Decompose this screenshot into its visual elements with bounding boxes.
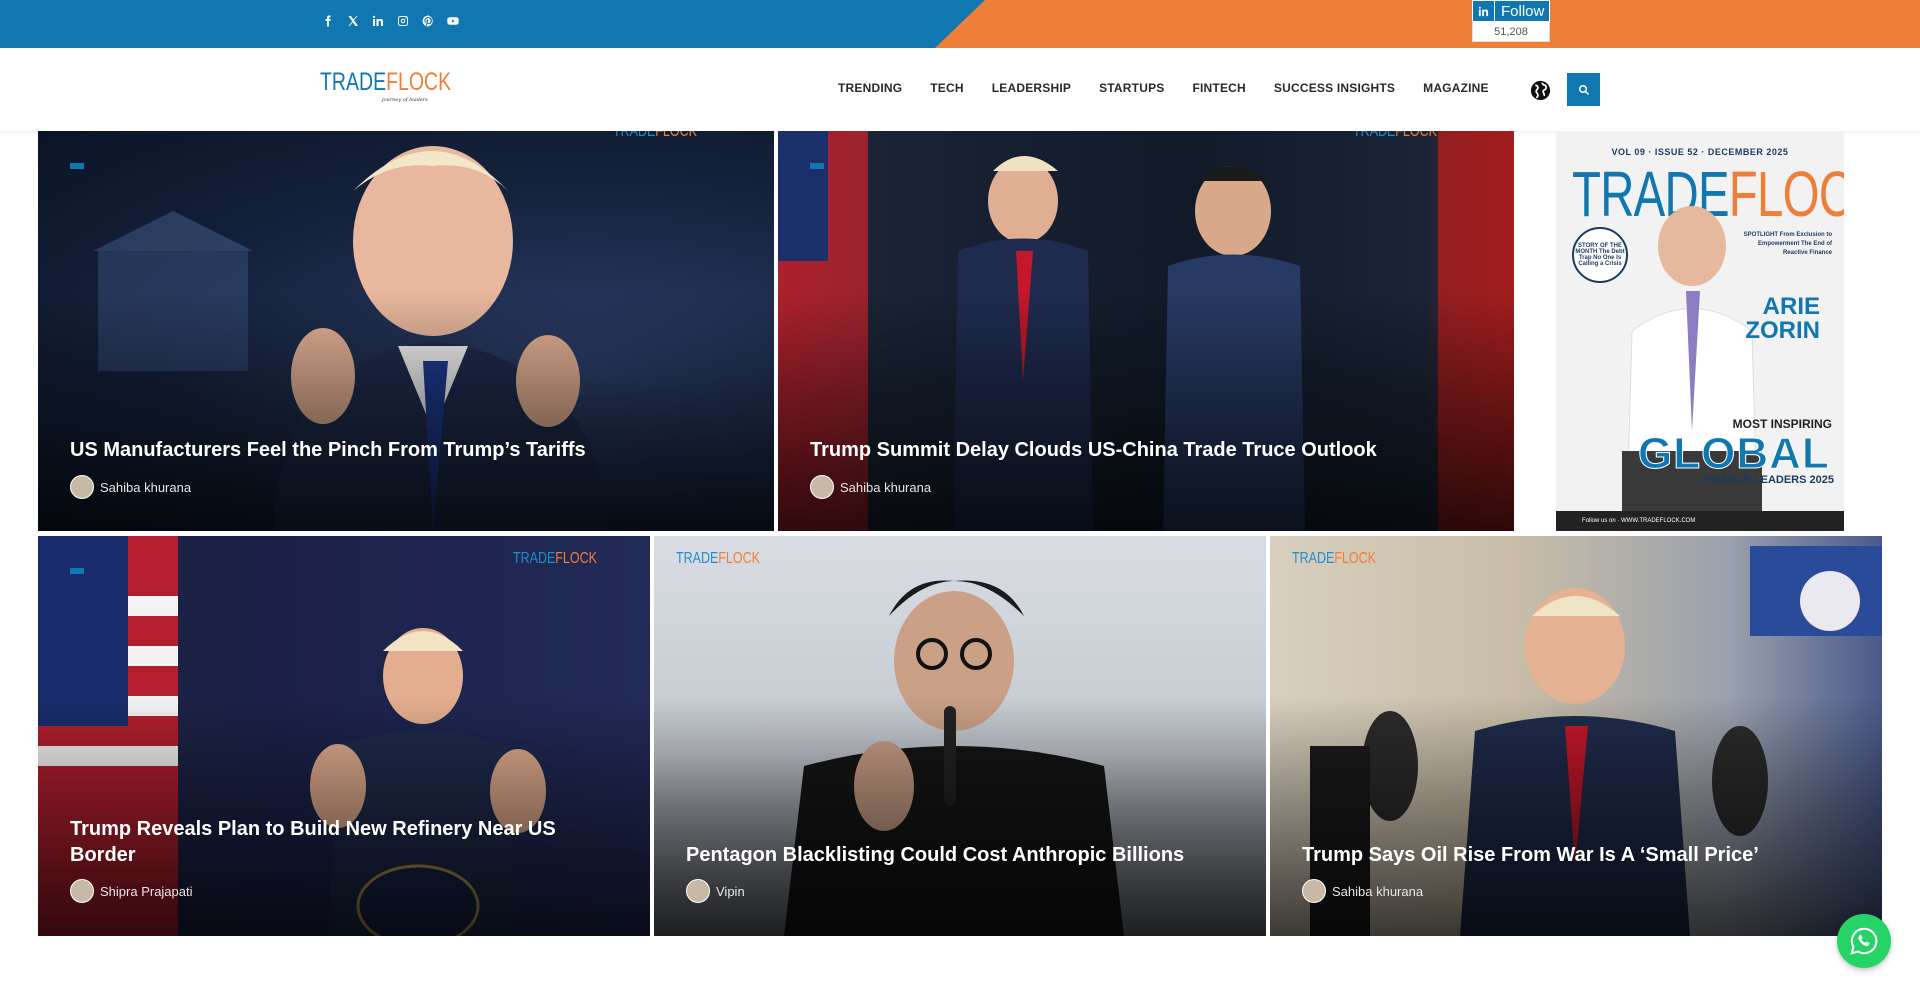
whatsapp-icon	[1850, 927, 1878, 955]
author-name: Sahiba khurana	[100, 479, 192, 495]
image-overlay	[654, 696, 1266, 936]
linkedin-follow-widget[interactable]: Follow 51,208	[1472, 0, 1550, 42]
globe-icon[interactable]	[1530, 80, 1551, 101]
article-author[interactable]: Sahiba khurana	[1302, 879, 1423, 903]
whatsapp-chat-button[interactable]	[1837, 914, 1891, 968]
spotlight-text: SPOTLIGHT From Exclusion to Empowerment …	[1743, 232, 1832, 256]
author-name: Vipin	[716, 883, 745, 899]
image-watermark-logo: TRADEFLOCK	[513, 550, 597, 567]
instagram-icon[interactable]	[395, 13, 411, 29]
avatar	[686, 879, 710, 903]
article-title[interactable]: Trump Says Oil Rise From War Is A ‘Small…	[1302, 842, 1858, 868]
story-of-month-badge: STORY OF THE MONTH The Debt Trap No One …	[1572, 227, 1628, 283]
article-title[interactable]: Pentagon Blacklisting Could Cost Anthrop…	[686, 842, 1242, 868]
search-icon	[1578, 84, 1589, 95]
x-icon[interactable]	[345, 13, 361, 29]
cover-global: GLOBAL	[1638, 429, 1830, 479]
avatar	[810, 475, 834, 499]
image-watermark-logo: TRADEFLOCK	[1353, 131, 1437, 140]
follower-count: 51,208	[1472, 22, 1550, 42]
nav-startups[interactable]: STARTUPS	[1099, 81, 1164, 95]
category-marker	[70, 163, 84, 169]
author-name: Shipra Prajapati	[100, 883, 193, 899]
cover-finance-leaders: FINANCE LEADERS 2025	[1701, 474, 1834, 486]
primary-menu: TRENDING TECH LEADERSHIP STARTUPS FINTEC…	[838, 81, 1517, 95]
social-links	[320, 13, 461, 29]
image-watermark-logo: TRADEFLOCK	[1292, 550, 1376, 567]
article-author[interactable]: Shipra Prajapati	[70, 879, 193, 903]
pinterest-icon[interactable]	[420, 13, 436, 29]
nav-success-insights[interactable]: SUCCESS INSIGHTS	[1274, 81, 1395, 95]
article-title[interactable]: Trump Reveals Plan to Build New Refinery…	[70, 816, 626, 868]
site-logo[interactable]: TRADEFLOCK journey of leaders	[320, 68, 451, 104]
nav-leadership[interactable]: LEADERSHIP	[992, 81, 1071, 95]
cover-footer: Follow us on · WWW.TRADEFLOCK.COM	[1556, 511, 1844, 531]
category-marker	[810, 163, 824, 169]
article-author[interactable]: Sahiba khurana	[70, 475, 191, 499]
logo-tagline: journey of leaders	[382, 97, 428, 103]
logo-text-trade: TRADE	[320, 68, 387, 96]
image-watermark-logo: TRADEFLOCK	[613, 131, 697, 140]
magazine-cover[interactable]: VOL 09 · ISSUE 52 · DECEMBER 2025 TRADEF…	[1556, 131, 1844, 531]
nav-trending[interactable]: TRENDING	[838, 81, 902, 95]
top-bar: Follow 51,208	[0, 0, 1920, 48]
image-watermark-logo: TRADEFLOCK	[676, 550, 760, 567]
avatar	[70, 475, 94, 499]
article-card-1[interactable]: TRADEFLOCK US Manufacturers Feel the Pin…	[38, 131, 774, 531]
main-navbar: TRADEFLOCK journey of leaders TRENDING T…	[0, 48, 1920, 131]
follow-button[interactable]: Follow	[1472, 0, 1550, 22]
nav-tech[interactable]: TECH	[930, 81, 963, 95]
nav-magazine[interactable]: MAGAZINE	[1423, 81, 1489, 95]
article-card-2[interactable]: TRADEFLOCK Trump Summit Delay Clouds US-…	[778, 131, 1514, 531]
article-author[interactable]: Sahiba khurana	[810, 475, 931, 499]
article-card-3[interactable]: TRADEFLOCK Trump Reveals Plan to Build N…	[38, 536, 650, 936]
avatar	[70, 879, 94, 903]
magazine-issue: VOL 09 · ISSUE 52 · DECEMBER 2025	[1611, 147, 1789, 157]
search-button[interactable]	[1567, 73, 1600, 106]
category-marker	[70, 568, 84, 574]
top-bar-orange-band	[935, 0, 1920, 48]
author-name: Sahiba khurana	[840, 479, 932, 495]
article-card-4[interactable]: TRADEFLOCK Pentagon Blacklisting Could C…	[654, 536, 1266, 936]
avatar	[1302, 879, 1326, 903]
author-name: Sahiba khurana	[1332, 883, 1424, 899]
nav-fintech[interactable]: FINTECH	[1192, 81, 1245, 95]
linkedin-icon[interactable]	[370, 13, 386, 29]
article-title[interactable]: Trump Summit Delay Clouds US-China Trade…	[810, 437, 1490, 463]
linkedin-icon	[1473, 1, 1495, 21]
facebook-icon[interactable]	[320, 13, 336, 29]
article-card-5[interactable]: TRADEFLOCK Trump Says Oil Rise From War …	[1270, 536, 1882, 936]
follow-label: Follow	[1501, 2, 1545, 20]
logo-text-flock: FLOCK	[386, 68, 452, 96]
cover-name-last: ZORIN	[1745, 317, 1820, 344]
youtube-icon[interactable]	[445, 13, 461, 29]
article-author[interactable]: Vipin	[686, 879, 745, 903]
article-title[interactable]: US Manufacturers Feel the Pinch From Tru…	[70, 437, 750, 463]
